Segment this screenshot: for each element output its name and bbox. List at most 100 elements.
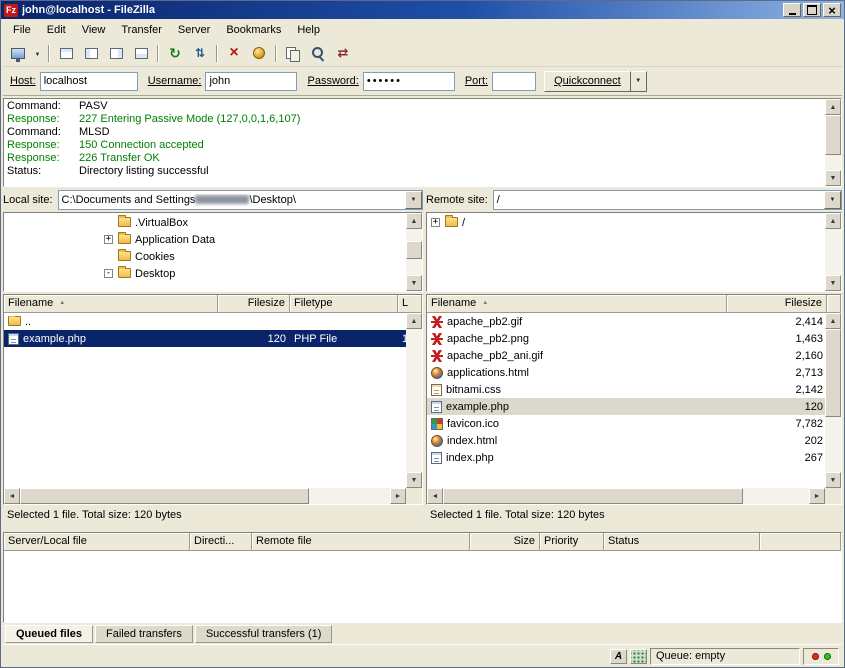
scroll-up-button[interactable] bbox=[406, 313, 422, 329]
combobox-dropdown-icon[interactable] bbox=[405, 191, 422, 209]
tab-queued-files[interactable]: Queued files bbox=[5, 625, 93, 643]
tab-successful-transfers-1[interactable]: Successful transfers (1) bbox=[195, 625, 333, 643]
quickconnect-button[interactable]: Quickconnect bbox=[544, 71, 631, 92]
column-header-remote-file[interactable]: Remote file bbox=[252, 533, 470, 551]
local-horizontal-scrollbar[interactable] bbox=[4, 488, 406, 504]
column-header-filesize[interactable]: Filesize bbox=[727, 295, 827, 313]
host-input[interactable] bbox=[40, 72, 138, 91]
scroll-left-button[interactable] bbox=[427, 488, 443, 504]
password-input[interactable] bbox=[363, 72, 455, 91]
scroll-down-button[interactable] bbox=[825, 275, 841, 291]
tree-expander-collapsed-icon[interactable]: + bbox=[104, 235, 113, 244]
column-header-lastmodified[interactable]: L bbox=[398, 295, 422, 313]
scroll-up-button[interactable] bbox=[825, 313, 841, 329]
file-row-[interactable]: .. bbox=[4, 313, 406, 330]
file-row-example-php[interactable]: example.php120PHP File1 bbox=[4, 330, 406, 347]
tree-item-cookies[interactable]: Cookies bbox=[4, 248, 406, 265]
toolbar-button-process-queue[interactable] bbox=[188, 42, 212, 64]
file-row-apache-pb2-ani-gif[interactable]: apache_pb2_ani.gif2,160 bbox=[427, 347, 825, 364]
filezilla-logo-icon[interactable]: Fz bbox=[4, 4, 18, 17]
tab-failed-transfers[interactable]: Failed transfers bbox=[95, 625, 193, 643]
scrollbar-track[interactable] bbox=[406, 329, 422, 472]
port-input[interactable] bbox=[492, 72, 536, 91]
combobox-dropdown-icon[interactable] bbox=[824, 191, 841, 209]
column-header-filesize[interactable]: Filesize bbox=[218, 295, 290, 313]
toolbar-button-directory-comparison[interactable] bbox=[281, 42, 305, 64]
scrollbar-track[interactable] bbox=[406, 229, 422, 275]
tree-item-application-data[interactable]: +Application Data bbox=[4, 231, 406, 248]
scroll-down-button[interactable] bbox=[406, 472, 422, 488]
local-site-combobox[interactable]: C:\Documents and Settings\Desktop\ bbox=[58, 190, 423, 210]
toolbar-button-toggle-remote-tree[interactable] bbox=[104, 42, 128, 64]
horizontal-splitter[interactable] bbox=[3, 524, 842, 532]
file-row-apache-pb2-png[interactable]: apache_pb2.png1,463 bbox=[427, 330, 825, 347]
toolbar-button-toggle-message-log[interactable] bbox=[54, 42, 78, 64]
minimize-button[interactable] bbox=[783, 3, 801, 17]
menu-item-transfer[interactable]: Transfer bbox=[113, 21, 170, 39]
scroll-down-button[interactable] bbox=[406, 275, 422, 291]
file-row-example-php[interactable]: example.php120 bbox=[427, 398, 825, 415]
file-row-apache-pb2-gif[interactable]: apache_pb2.gif2,414 bbox=[427, 313, 825, 330]
scroll-left-button[interactable] bbox=[4, 488, 20, 504]
toolbar-button-refresh[interactable] bbox=[163, 42, 187, 64]
column-header-size[interactable]: Size bbox=[470, 533, 540, 551]
menu-item-bookmarks[interactable]: Bookmarks bbox=[218, 21, 289, 39]
tree-expander-collapsed-icon[interactable]: + bbox=[431, 218, 440, 227]
scroll-up-button[interactable] bbox=[825, 213, 841, 229]
remote-tree-scrollbar[interactable] bbox=[825, 213, 841, 291]
scroll-up-button[interactable] bbox=[406, 213, 422, 229]
file-row-index-php[interactable]: index.php267 bbox=[427, 449, 825, 466]
column-header-server-local-file[interactable]: Server/Local file bbox=[4, 533, 190, 551]
remote-site-combobox[interactable]: / bbox=[493, 190, 842, 210]
remote-list-scrollbar[interactable] bbox=[825, 313, 841, 488]
scroll-down-button[interactable] bbox=[825, 472, 841, 488]
quickconnect-dropdown-button[interactable] bbox=[631, 71, 647, 92]
scrollbar-thumb[interactable] bbox=[825, 115, 841, 155]
tree-item-virtualbox[interactable]: .VirtualBox bbox=[4, 214, 406, 231]
scrollbar-thumb[interactable] bbox=[825, 329, 841, 417]
toolbar-button-site-manager-dropdown[interactable] bbox=[31, 42, 44, 64]
toolbar-button-disconnect[interactable] bbox=[247, 42, 271, 64]
column-header-filename[interactable]: Filename bbox=[427, 295, 727, 313]
menu-item-help[interactable]: Help bbox=[289, 21, 328, 39]
file-row-applications-html[interactable]: applications.html2,713 bbox=[427, 364, 825, 381]
menu-item-view[interactable]: View bbox=[74, 21, 114, 39]
toolbar-button-toggle-local-tree[interactable] bbox=[79, 42, 103, 64]
close-button[interactable] bbox=[823, 3, 841, 17]
menu-item-server[interactable]: Server bbox=[170, 21, 218, 39]
local-tree-scrollbar[interactable] bbox=[406, 213, 422, 291]
scroll-up-button[interactable] bbox=[825, 99, 841, 115]
toolbar-button-toggle-queue[interactable] bbox=[129, 42, 153, 64]
remote-horizontal-scrollbar[interactable] bbox=[427, 488, 825, 504]
scrollbar-track[interactable] bbox=[443, 488, 809, 504]
scrollbar-track[interactable] bbox=[825, 329, 841, 472]
toolbar-button-synchronized-browsing[interactable] bbox=[331, 42, 355, 64]
column-header-direction[interactable]: Directi... bbox=[190, 533, 252, 551]
column-header-filetype[interactable]: Filetype bbox=[290, 295, 398, 313]
local-list-scrollbar[interactable] bbox=[406, 313, 422, 488]
menu-item-file[interactable]: File bbox=[5, 21, 39, 39]
username-input[interactable] bbox=[205, 72, 297, 91]
scroll-right-button[interactable] bbox=[809, 488, 825, 504]
scrollbar-track[interactable] bbox=[825, 115, 841, 170]
scrollbar-thumb[interactable] bbox=[20, 488, 309, 504]
tree-item-desktop[interactable]: -Desktop bbox=[4, 265, 406, 282]
column-header-filename[interactable]: Filename bbox=[4, 295, 218, 313]
toolbar-button-site-manager[interactable] bbox=[6, 42, 30, 64]
letter-a-indicator-icon[interactable] bbox=[610, 649, 627, 664]
maximize-button[interactable] bbox=[803, 3, 821, 17]
tree-item-[interactable]: +/ bbox=[427, 214, 825, 231]
scrollbar-thumb[interactable] bbox=[406, 241, 422, 259]
scrollbar-thumb[interactable] bbox=[443, 488, 743, 504]
green-keypad-indicator-icon[interactable] bbox=[630, 649, 647, 664]
scroll-down-button[interactable] bbox=[825, 170, 841, 186]
scroll-right-button[interactable] bbox=[390, 488, 406, 504]
column-header-status[interactable]: Status bbox=[604, 533, 760, 551]
log-scrollbar[interactable] bbox=[825, 99, 841, 186]
file-row-favicon-ico[interactable]: favicon.ico7,782 bbox=[427, 415, 825, 432]
file-row-index-html[interactable]: index.html202 bbox=[427, 432, 825, 449]
tree-expander-expanded-icon[interactable]: - bbox=[104, 269, 113, 278]
menu-item-edit[interactable]: Edit bbox=[39, 21, 74, 39]
file-row-bitnami-css[interactable]: bitnami.css2,142 bbox=[427, 381, 825, 398]
column-header-priority[interactable]: Priority bbox=[540, 533, 604, 551]
